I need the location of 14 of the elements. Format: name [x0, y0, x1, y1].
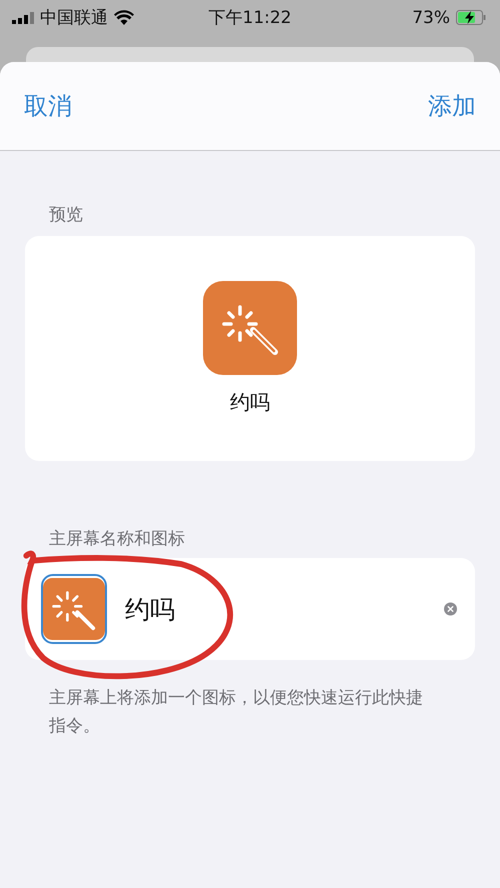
- shortcut-name: 约吗: [230, 389, 270, 416]
- carrier-name: 中国联通: [40, 7, 108, 29]
- section-label: 预览: [49, 204, 84, 226]
- add-button[interactable]: 添加: [428, 90, 476, 122]
- name-input-field[interactable]: 约吗: [123, 594, 444, 624]
- cancel-button[interactable]: 取消: [24, 90, 72, 122]
- footer-note: 主屏幕上将添加一个图标，以便您快速运行此快捷指令。: [49, 687, 424, 738]
- signal-icon: [12, 12, 34, 24]
- battery-percent: 73%: [412, 8, 450, 28]
- status-time: 下午11:22: [208, 7, 292, 29]
- wifi-icon: [114, 10, 134, 25]
- section-label: 主屏幕名称和图标: [49, 528, 186, 550]
- icon-picker-button[interactable]: [41, 574, 107, 644]
- magic-wand-icon: [203, 281, 297, 375]
